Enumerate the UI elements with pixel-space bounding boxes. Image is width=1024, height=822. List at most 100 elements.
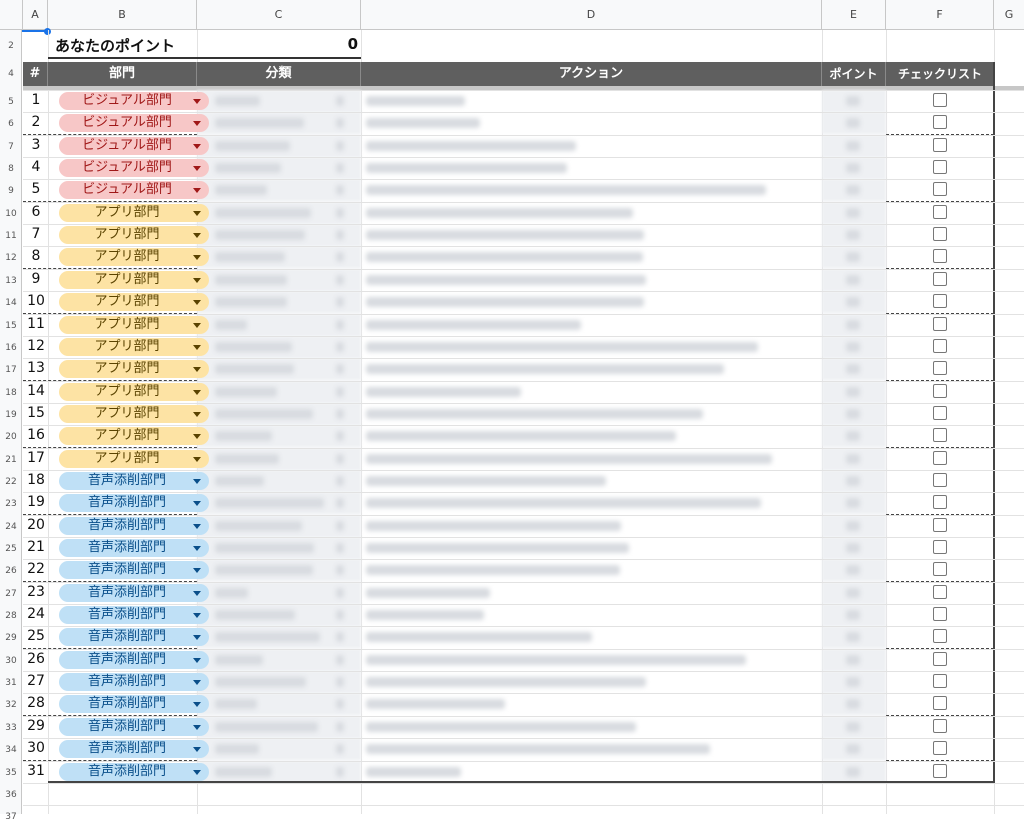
department-dropdown[interactable]: 音声添削部門 [59,606,209,625]
points-value[interactable]: 0 [300,35,358,53]
department-dropdown[interactable]: ビジュアル部門 [59,92,209,110]
checklist-checkbox[interactable] [933,405,947,420]
department-dropdown[interactable]: 音声添削部門 [59,539,209,557]
checklist-checkbox[interactable] [933,361,947,376]
blurred-action-text[interactable] [366,408,703,419]
row-header-8[interactable]: 8 [0,164,22,174]
checklist-checkbox[interactable] [933,584,947,599]
blurred-action-text[interactable] [366,185,767,196]
department-dropdown[interactable]: 音声添削部門 [59,516,209,535]
row-header-26[interactable]: 26 [0,566,22,576]
department-dropdown[interactable]: アプリ部門 [59,203,209,222]
row-header-11[interactable]: 11 [0,231,22,241]
department-dropdown[interactable]: アプリ部門 [59,226,209,245]
department-dropdown[interactable]: 音声添削部門 [59,673,209,692]
checklist-checkbox[interactable] [933,495,947,510]
checklist-checkbox[interactable] [933,629,947,644]
blurred-action-text[interactable] [366,297,644,308]
row-header-13[interactable]: 13 [0,276,22,286]
blurred-action-text[interactable] [366,386,522,397]
checklist-checkbox[interactable] [933,227,947,242]
row-header-29[interactable]: 29 [0,633,22,643]
blurred-action-text[interactable] [366,520,622,531]
department-dropdown[interactable]: 音声添削部門 [59,650,209,669]
checklist-checkbox[interactable] [933,562,947,577]
department-dropdown[interactable]: ビジュアル部門 [59,136,209,155]
blurred-action-text[interactable] [366,766,461,777]
row-header-32[interactable]: 32 [0,700,22,710]
checklist-checkbox[interactable] [933,316,947,331]
department-dropdown[interactable]: 音声添削部門 [59,628,209,647]
checklist-checkbox[interactable] [933,160,947,175]
row-header-5[interactable]: 5 [0,97,22,107]
blurred-action-text[interactable] [366,721,636,732]
department-dropdown[interactable]: アプリ部門 [59,315,209,334]
department-dropdown[interactable]: 音声添削部門 [59,561,209,580]
department-dropdown[interactable]: アプリ部門 [59,248,209,267]
blurred-action-text[interactable] [366,475,607,486]
department-dropdown[interactable]: アプリ部門 [59,404,209,423]
department-dropdown[interactable]: 音声添削部門 [59,494,209,513]
column-header-e[interactable]: E [822,0,886,30]
department-dropdown[interactable]: アプリ部門 [59,337,209,356]
checklist-checkbox[interactable] [933,651,947,666]
row-header-10[interactable]: 10 [0,209,22,219]
header-department[interactable]: 部門 [48,62,197,86]
checklist-checkbox[interactable] [933,450,947,465]
department-dropdown[interactable]: アプリ部門 [59,427,209,446]
row-header-15[interactable]: 15 [0,321,22,331]
checklist-checkbox[interactable] [933,338,947,353]
department-dropdown[interactable]: 音声添削部門 [59,583,209,602]
department-dropdown[interactable]: 音声添削部門 [59,471,209,490]
department-dropdown[interactable]: アプリ部門 [59,360,209,379]
header-category[interactable]: 分類 [197,62,361,86]
blurred-action-text[interactable] [366,610,484,621]
department-dropdown[interactable]: アプリ部門 [59,270,209,289]
blurred-action-text[interactable] [366,677,646,688]
blurred-action-text[interactable] [366,543,630,553]
checklist-checkbox[interactable] [933,674,947,689]
row-header-30[interactable]: 30 [0,656,22,666]
checklist-checkbox[interactable] [933,249,947,264]
checklist-checkbox[interactable] [933,383,947,398]
column-header-c[interactable]: C [197,0,361,30]
row-header-16[interactable]: 16 [0,343,22,353]
checklist-checkbox[interactable] [933,718,947,733]
row-header-7[interactable]: 7 [0,142,22,152]
blurred-action-text[interactable] [366,230,644,241]
row-header-24[interactable]: 24 [0,522,22,532]
checklist-checkbox[interactable] [933,607,947,622]
row-header-21[interactable]: 21 [0,455,22,465]
blurred-action-text[interactable] [366,341,759,352]
checklist-checkbox[interactable] [933,271,947,286]
row-header-28[interactable]: 28 [0,611,22,621]
checklist-checkbox[interactable] [933,696,947,711]
blurred-action-text[interactable] [366,252,643,263]
blurred-action-text[interactable] [366,744,710,755]
blurred-action-text[interactable] [366,654,746,665]
department-dropdown[interactable]: 音声添削部門 [59,740,209,759]
row-header-2[interactable]: 2 [0,41,22,51]
blurred-action-text[interactable] [366,431,676,442]
blurred-action-text[interactable] [366,565,621,576]
checklist-checkbox[interactable] [933,204,947,219]
column-header-f[interactable]: F [886,0,994,30]
department-dropdown[interactable]: アプリ部門 [59,449,209,468]
blurred-action-text[interactable] [366,207,634,218]
blurred-action-text[interactable] [366,274,646,285]
department-dropdown[interactable]: ビジュアル部門 [59,114,209,133]
column-header-b[interactable]: B [48,0,197,30]
row-header-17[interactable]: 17 [0,365,22,375]
checklist-checkbox[interactable] [933,137,947,152]
department-dropdown[interactable]: ビジュアル部門 [59,181,209,200]
department-dropdown[interactable]: ビジュアル部門 [59,159,209,178]
row-header-20[interactable]: 20 [0,432,22,442]
row-header-4[interactable]: 4 [0,69,22,79]
department-dropdown[interactable]: アプリ部門 [59,382,209,401]
row-header-25[interactable]: 25 [0,544,22,554]
checklist-checkbox[interactable] [933,540,947,554]
blurred-action-text[interactable] [366,364,725,375]
department-dropdown[interactable]: 音声添削部門 [59,762,209,781]
header-points[interactable]: ポイント [822,62,886,86]
row-header-22[interactable]: 22 [0,477,22,487]
